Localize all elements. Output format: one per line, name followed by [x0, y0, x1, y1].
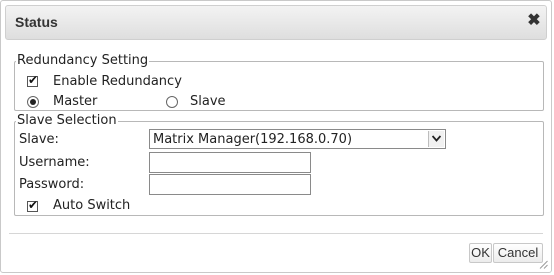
ok-button[interactable]: OK	[469, 243, 492, 263]
slave-selection-legend: Slave Selection	[17, 113, 117, 128]
resize-grip-icon[interactable]	[539, 260, 548, 269]
username-input[interactable]	[149, 152, 311, 173]
enable-redundancy-label: Enable Redundancy	[53, 74, 182, 89]
slave-radio[interactable]	[166, 96, 178, 108]
checkmark-icon: ✔	[28, 198, 39, 212]
dialog-title: Status	[15, 14, 58, 30]
dialog-titlebar[interactable]: Status ✖	[5, 5, 547, 40]
checkmark-icon: ✔	[28, 73, 39, 87]
chevron-down-icon	[432, 135, 441, 142]
master-radio[interactable]	[27, 96, 39, 108]
redundancy-setting-legend: Redundancy Setting	[17, 53, 149, 68]
auto-switch-label: Auto Switch	[53, 198, 131, 213]
cancel-button[interactable]: Cancel	[493, 243, 543, 263]
slave-select[interactable]: Matrix Manager(192.168.0.70)	[149, 129, 446, 149]
master-radio-label: Master	[53, 94, 98, 109]
slave-select-label: Slave:	[19, 132, 59, 147]
status-dialog: Status ✖ Redundancy Setting ✔ Enable Red…	[0, 0, 552, 273]
username-label: Username:	[19, 155, 90, 170]
footer-divider	[9, 233, 543, 234]
enable-redundancy-checkbox[interactable]: ✔	[27, 73, 39, 87]
slave-select-value: Matrix Manager(192.168.0.70)	[153, 132, 353, 147]
password-input[interactable]	[149, 174, 311, 195]
slave-radio-label: Slave	[190, 94, 226, 109]
close-icon[interactable]: ✖	[526, 12, 542, 30]
auto-switch-checkbox[interactable]: ✔	[27, 198, 39, 212]
password-label: Password:	[19, 177, 85, 192]
dropdown-button[interactable]	[428, 131, 444, 147]
